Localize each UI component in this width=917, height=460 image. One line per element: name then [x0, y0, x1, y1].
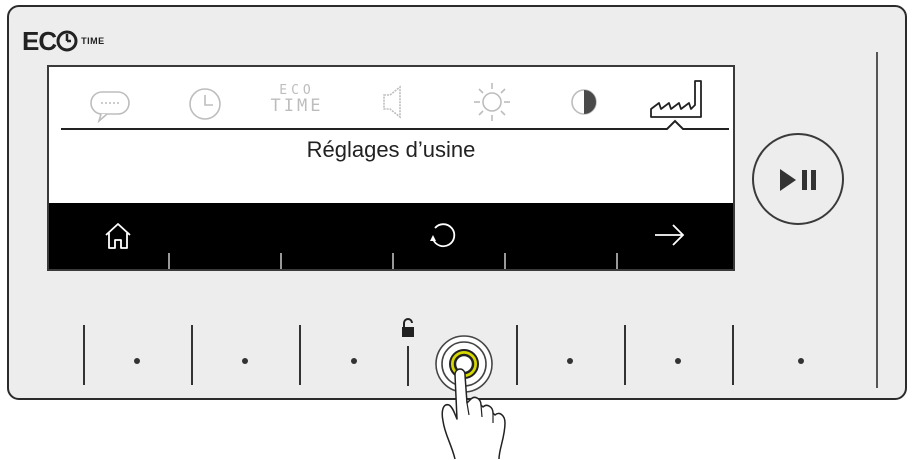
bar-tick-marks: [168, 253, 618, 269]
play-pause-icon: [780, 169, 816, 191]
ecotime-logo: EC TIME: [22, 25, 105, 56]
menu-underline: [61, 119, 729, 130]
touch-key-3[interactable]: [351, 358, 357, 364]
touch-key-divider: [299, 325, 301, 385]
touch-key-1[interactable]: [134, 358, 140, 364]
touch-key-7[interactable]: [798, 358, 804, 364]
touch-key-divider: [732, 325, 734, 385]
touch-key-6[interactable]: [675, 358, 681, 364]
touch-key-divider: [407, 346, 409, 386]
display-screen: ECO TIME Réglages d’usine: [47, 65, 735, 271]
eco-time-icon[interactable]: ECO TIME: [267, 83, 327, 116]
touch-key-divider: [83, 325, 85, 385]
touch-key-divider: [624, 325, 626, 385]
play-pause-button[interactable]: [752, 133, 844, 225]
contrast-icon[interactable]: [569, 87, 599, 117]
touch-key-5[interactable]: [567, 358, 573, 364]
screen-title: Réglages d’usine: [306, 137, 476, 162]
right-divider: [876, 52, 878, 388]
power-icon: [56, 30, 78, 52]
eco-time-line2: TIME: [270, 96, 324, 116]
touch-key-2[interactable]: [242, 358, 248, 364]
pointing-hand-icon: [441, 368, 506, 460]
touch-key-divider: [191, 325, 193, 385]
lock-icon: [402, 318, 414, 337]
logo-brand: EC: [22, 25, 57, 56]
bottom-action-bar: [49, 203, 733, 269]
logo-suffix: TIME: [81, 36, 105, 46]
